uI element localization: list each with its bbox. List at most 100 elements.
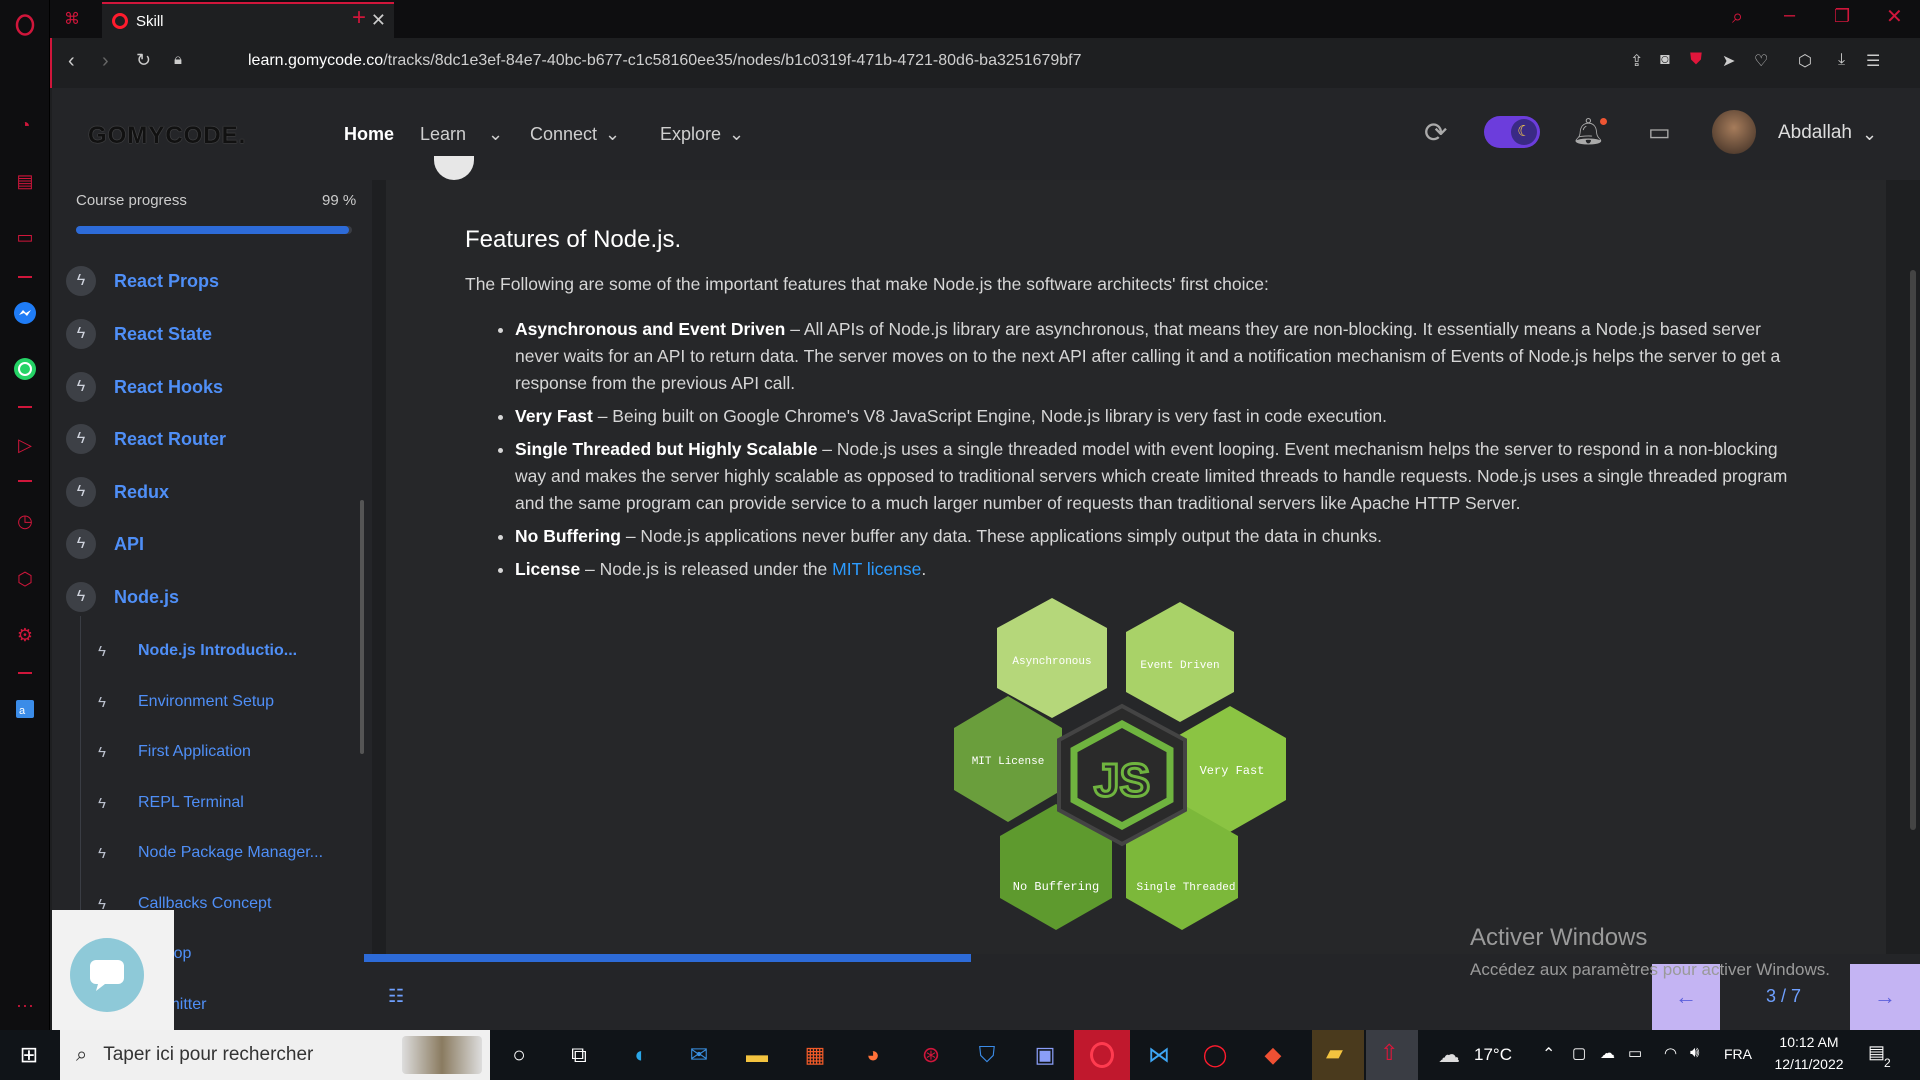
bolt-icon: ϟ [66,529,96,559]
chevron-down-icon: ⌄ [605,124,621,144]
volume-icon[interactable]: 🔊︎ [1690,1044,1699,1061]
opera-taskbar-button[interactable] [1074,1030,1130,1080]
nav-connect[interactable]: Connect ⌄ [530,124,620,145]
url-field[interactable]: learn.gomycode.co/tracks/8dc1e3ef-84e7-4… [248,52,1082,70]
back-icon[interactable]: ‹ [68,50,75,73]
gx-icon[interactable]: ⊛ [914,1038,948,1072]
close-window-button[interactable]: ✕ [1886,4,1903,29]
new-tab-button[interactable]: + [352,4,366,32]
tray-chevron-icon[interactable]: ⌃ [1542,1044,1555,1064]
cortana-icon[interactable]: ○ [502,1038,536,1072]
bookmark-heart-icon[interactable]: ♡ [1754,51,1768,71]
nav-home[interactable]: Home [344,124,394,145]
lesson-first-application[interactable]: ϟ First Application [98,743,251,761]
chapter-react-router[interactable]: ϟ React Router [66,424,226,454]
username[interactable]: Abdallah [1778,122,1852,144]
clock-date[interactable]: 12/11/2022 [1766,1056,1852,1072]
tray-meet-icon[interactable]: ▢ [1572,1044,1586,1062]
reload-icon[interactable]: ↻ [136,50,151,71]
avatar[interactable] [1712,110,1756,154]
url-path: /tracks/8dc1e3ef-84e7-40bc-b677-c1c58160… [383,52,1082,69]
mail-icon[interactable]: ✉ [682,1038,716,1072]
restore-window-button[interactable]: ❐ [1834,6,1850,27]
git-icon[interactable]: ◆ [1256,1038,1290,1072]
whatsapp-icon[interactable] [12,356,38,382]
firefox-icon[interactable]: ◕ [856,1038,890,1072]
forward-icon[interactable]: › [102,50,109,73]
search-tabs-icon[interactable]: ⌕ [1732,6,1743,29]
content-scroll-region [1562,228,1566,908]
browser-tab[interactable]: Skill ✕ [102,2,394,38]
player-icon[interactable]: ▷ [12,432,38,458]
chapter-api[interactable]: ϟ API [66,529,144,559]
minimize-window-button[interactable]: – [1784,4,1795,27]
more-options-icon[interactable]: ··· [12,992,38,1018]
messenger-icon[interactable] [12,300,38,326]
nav-learn[interactable]: Learn ⌄ [420,124,503,145]
nav-explore[interactable]: Explore ⌄ [660,124,744,145]
next-page-button[interactable]: → [1850,964,1920,1030]
chapter-nodejs[interactable]: ϟ Node.js [66,582,179,612]
shield-app-icon[interactable]: ⛉ [970,1038,1004,1072]
upload-app-icon: ⇧ [1380,1040,1399,1065]
chapter-react-props[interactable]: ϟ React Props [66,266,219,296]
windows-start-icon[interactable]: ⊞ [12,1038,46,1072]
weather-temp[interactable]: 17°C [1474,1045,1512,1065]
folder-taskbar-button[interactable]: ▰ [1312,1030,1364,1080]
microsoft-store-icon[interactable]: ▦ [798,1038,832,1072]
extensions-icon[interactable]: ⬡ [12,566,38,592]
clock-time[interactable]: 10:12 AM [1772,1034,1846,1050]
chapter-redux[interactable]: ϟ Redux [66,477,169,507]
chat-icon[interactable]: ▭ [1648,118,1671,147]
lesson-label: REPL Terminal [138,794,244,811]
lesson-node-package-manager[interactable]: ϟ Node Package Manager... [98,844,323,862]
lock-icon[interactable]: 🔒︎ [174,51,182,68]
language-indicator[interactable]: FRA [1724,1046,1752,1062]
send-icon[interactable]: ➤ [1722,51,1735,71]
task-view-icon[interactable]: ⧉ [562,1038,596,1072]
chevron-down-icon: ⌄ [729,124,745,144]
share-icon[interactable]: ⇪ [1630,51,1643,71]
user-menu-chevron-icon[interactable]: ⌄ [1862,124,1877,145]
vscode-icon[interactable]: ⋈ [1142,1038,1176,1072]
teams-icon[interactable]: ▣ [1028,1038,1062,1072]
gomycode-logo[interactable]: GOMYCODE. [88,122,246,150]
extension-cube-icon[interactable]: ⬡ [1798,51,1812,71]
mit-license-link[interactable]: MIT license [832,559,921,579]
sync-icon[interactable]: ⟳ [1424,116,1447,149]
close-tab-icon[interactable]: ✕ [371,10,386,31]
easy-setup-icon[interactable]: ☰ [1866,51,1880,71]
action-center-icon[interactable]: ▤ [1868,1042,1885,1063]
opera-browser-icon[interactable]: ◯ [1198,1038,1232,1072]
theme-toggle[interactable]: ☾ [1484,116,1540,148]
upload-app-taskbar-button[interactable]: ⇧ [1366,1030,1418,1080]
history-icon[interactable]: ◷ [12,508,38,534]
taskbar-search-box[interactable]: ⌕ Taper ici pour rechercher [60,1030,490,1080]
onedrive-icon[interactable]: ☁ [1600,1044,1615,1062]
wifi-icon[interactable]: ◠ [1664,1044,1677,1062]
chat-launcher-button[interactable] [70,938,144,1012]
battery-icon[interactable]: ▭ [1628,1044,1642,1062]
speed-dial-icon[interactable]: ◔ [12,112,38,138]
chapter-react-hooks[interactable]: ϟ React Hooks [66,372,223,402]
page-scrollbar[interactable] [1910,270,1916,830]
downloads-icon[interactable]: ⤓ [1838,51,1845,69]
weather-cloud-icon[interactable]: ☁ [1432,1038,1466,1072]
table-of-contents-icon[interactable]: ☷ [388,986,404,1007]
page-indicator: 3 / 7 [1766,986,1802,1006]
lesson-environment-setup[interactable]: ϟ Environment Setup [98,693,274,711]
translator-icon[interactable]: a [12,696,38,722]
vpn-shield-icon[interactable]: ⛊ [1690,51,1702,69]
gamepad-icon[interactable]: ⌘ [64,9,80,29]
shopping-icon[interactable]: ▤ [12,168,38,194]
lesson-nodejs-introduction[interactable]: ϟ Node.js Introductio... [98,642,297,660]
sidebar-scrollbar[interactable] [360,500,364,754]
edge-icon[interactable]: ◐ [624,1038,658,1072]
file-explorer-icon[interactable]: ▬ [740,1038,774,1072]
lesson-repl-terminal[interactable]: ϟ REPL Terminal [98,794,244,812]
settings-gear-icon[interactable]: ⚙ [12,622,38,648]
snapshot-icon[interactable]: ◙ [1660,51,1670,69]
opera-menu-icon[interactable] [12,12,38,38]
chapter-react-state[interactable]: ϟ React State [66,319,212,349]
twitch-icon[interactable]: ▭ [12,224,38,250]
